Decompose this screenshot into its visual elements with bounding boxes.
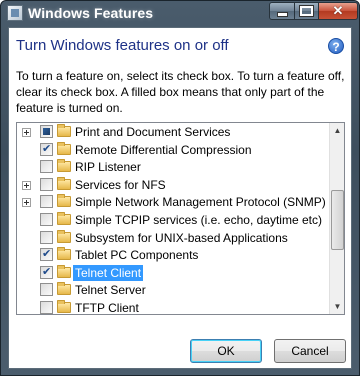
feature-checkbox[interactable] bbox=[40, 265, 53, 279]
title-bar[interactable]: Windows Features ✕ bbox=[1, 1, 359, 26]
feature-row[interactable]: Tablet PC Components bbox=[17, 247, 331, 264]
feature-row[interactable]: Remote Differential Compression bbox=[17, 141, 331, 159]
feature-row[interactable]: Telnet Client bbox=[17, 264, 331, 282]
folder-icon bbox=[57, 159, 71, 173]
feature-row[interactable]: Services for NFS bbox=[17, 176, 331, 194]
help-icon[interactable]: ? bbox=[328, 38, 344, 54]
feature-label: Simple Network Management Protocol (SNMP… bbox=[75, 195, 326, 210]
feature-label: Tablet PC Components bbox=[75, 248, 199, 263]
feature-row[interactable]: RIP Listener bbox=[17, 159, 331, 176]
maximize-icon bbox=[299, 5, 314, 17]
feature-checkbox[interactable] bbox=[40, 301, 53, 314]
feature-label: Remote Differential Compression bbox=[75, 142, 252, 157]
folder-icon bbox=[57, 141, 71, 155]
feature-checkbox[interactable] bbox=[40, 125, 53, 138]
feature-checkbox[interactable] bbox=[40, 160, 53, 174]
feature-row[interactable]: Print and Document Services bbox=[17, 124, 331, 141]
scroll-up-arrow-icon[interactable]: ▲ bbox=[331, 123, 344, 138]
feature-label: TFTP Client bbox=[75, 301, 139, 315]
scrollbar-thumb[interactable] bbox=[331, 190, 344, 250]
minimize-button[interactable] bbox=[269, 2, 295, 20]
folder-icon bbox=[57, 282, 71, 296]
window-title: Windows Features bbox=[28, 5, 154, 21]
dialog-description: To turn a feature on, select its check b… bbox=[16, 69, 345, 115]
feature-checkbox[interactable] bbox=[40, 142, 53, 156]
feature-label: Telnet Server bbox=[75, 283, 146, 298]
feature-row[interactable]: Simple TCPIP services (i.e. echo, daytim… bbox=[17, 212, 331, 229]
folder-icon bbox=[57, 264, 71, 278]
feature-checkbox[interactable] bbox=[40, 213, 53, 226]
folder-icon bbox=[57, 194, 71, 208]
feature-checkbox[interactable] bbox=[40, 195, 53, 209]
dialog-heading: Turn Windows features on or off bbox=[16, 37, 229, 54]
feature-row[interactable]: Telnet Server bbox=[17, 282, 331, 299]
expand-plus-icon[interactable] bbox=[22, 180, 31, 190]
windows-features-dialog: Windows Features ✕ Turn Windows features… bbox=[0, 0, 360, 376]
feature-label: Simple TCPIP services (i.e. echo, daytim… bbox=[75, 213, 322, 227]
features-tree[interactable]: Print and Document Services Remote Differ… bbox=[16, 122, 345, 315]
close-button[interactable]: ✕ bbox=[318, 2, 358, 20]
dialog-client-area: Turn Windows features on or off ? To tur… bbox=[8, 27, 352, 369]
feature-label: Telnet Client bbox=[73, 264, 144, 281]
expand-plus-icon[interactable] bbox=[22, 198, 31, 208]
feature-checkbox[interactable] bbox=[40, 177, 53, 191]
feature-checkbox[interactable] bbox=[40, 230, 53, 244]
feature-label: Print and Document Services bbox=[75, 125, 231, 139]
feature-checkbox[interactable] bbox=[40, 283, 53, 297]
feature-label: RIP Listener bbox=[75, 160, 141, 175]
minimize-icon bbox=[276, 12, 288, 17]
feature-label: Services for NFS bbox=[75, 177, 166, 192]
folder-icon bbox=[57, 247, 71, 261]
feature-row[interactable]: Subsystem for UNIX-based Applications bbox=[17, 229, 331, 247]
close-icon: ✕ bbox=[332, 3, 344, 18]
cancel-button[interactable]: Cancel bbox=[274, 339, 346, 363]
feature-checkbox[interactable] bbox=[40, 247, 53, 262]
folder-icon bbox=[57, 176, 71, 190]
scroll-down-arrow-icon[interactable]: ▼ bbox=[331, 299, 344, 314]
window-icon bbox=[7, 5, 23, 21]
expand-plus-icon[interactable] bbox=[22, 128, 31, 137]
feature-label: Subsystem for UNIX-based Applications bbox=[75, 230, 288, 245]
folder-icon bbox=[57, 212, 71, 225]
folder-icon bbox=[57, 229, 71, 243]
vertical-scrollbar[interactable]: ▲ ▼ bbox=[329, 123, 344, 314]
folder-icon bbox=[57, 300, 71, 313]
folder-icon bbox=[57, 124, 71, 137]
maximize-button[interactable] bbox=[294, 2, 319, 20]
feature-row[interactable]: TFTP Client bbox=[17, 300, 331, 315]
ok-button[interactable]: OK bbox=[190, 339, 262, 363]
feature-row[interactable]: Simple Network Management Protocol (SNMP… bbox=[17, 194, 331, 211]
